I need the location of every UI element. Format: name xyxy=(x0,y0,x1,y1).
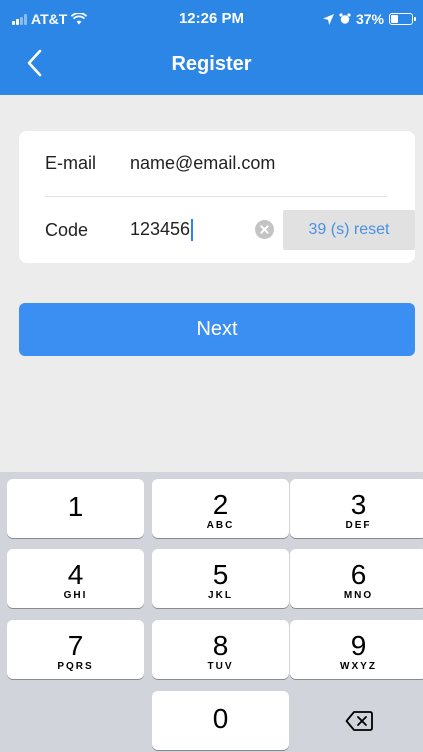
battery-fill xyxy=(391,15,399,23)
status-right: 37% xyxy=(322,11,416,27)
alarm-icon xyxy=(339,13,351,24)
location-icon xyxy=(322,13,334,25)
clear-x-icon xyxy=(260,225,269,234)
backspace-icon xyxy=(345,711,373,731)
email-field[interactable]: name@email.com xyxy=(130,153,275,174)
battery-percent: 37% xyxy=(355,11,384,27)
battery-icon xyxy=(389,13,416,25)
key-0[interactable]: 0 xyxy=(152,691,289,750)
numeric-keypad: 1 2 ABC 3 DEF 4 GHI 5 JKL 6 MNO 7 PQRS 8 TUV 9W… xyxy=(0,472,423,752)
top-bar: AT&T 12:26 PM 37% Register xyxy=(0,0,423,95)
delete-key[interactable] xyxy=(290,691,423,750)
blank-key xyxy=(7,691,144,750)
next-button[interactable]: Next xyxy=(19,303,415,356)
email-label: E-mail xyxy=(45,153,97,173)
resend-code-button[interactable]: 39 (s) reset xyxy=(283,210,415,250)
page-title: Register xyxy=(171,53,252,75)
code-label: Code xyxy=(45,219,89,240)
key-1[interactable]: 1 xyxy=(7,479,144,538)
key-7[interactable]: 7 PQRS xyxy=(7,620,144,679)
clear-input-icon[interactable] xyxy=(255,220,274,239)
key-6[interactable]: 6 MNO xyxy=(290,549,423,608)
register-form-card: E-mail name@email.com Code 123456 39 (s)… xyxy=(19,131,415,263)
key-2[interactable]: 2 ABC xyxy=(152,479,289,538)
key-9[interactable]: 9 WXYZ xyxy=(290,620,423,679)
key-8[interactable]: 8 TUV xyxy=(152,620,289,679)
email-row: E-mail name@email.com xyxy=(45,131,387,197)
code-row: Code 123456 39 (s) reset xyxy=(45,197,415,263)
code-value: 123456 xyxy=(130,218,191,239)
text-cursor xyxy=(191,219,194,242)
status-bar: AT&T 12:26 PM 37% xyxy=(0,0,423,40)
key-3[interactable]: 3 DEF xyxy=(290,479,423,538)
code-field[interactable]: 123456 xyxy=(130,218,194,242)
key-4[interactable]: 4 GHI xyxy=(7,549,144,608)
key-5[interactable]: 5 JKL xyxy=(152,549,289,608)
